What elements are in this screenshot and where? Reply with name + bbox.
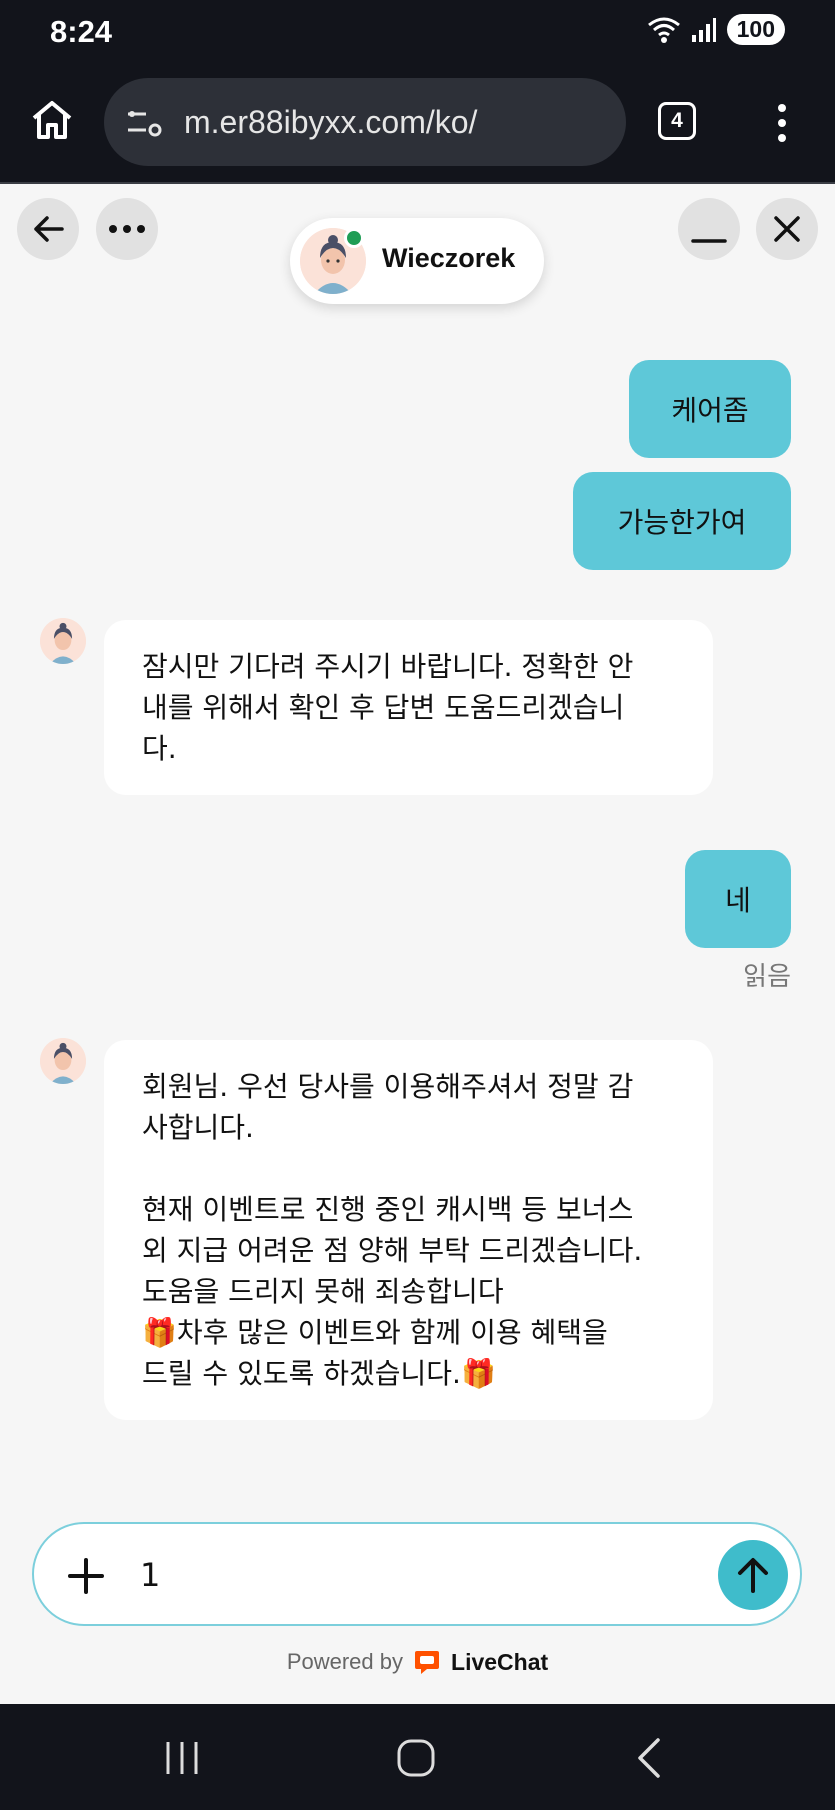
tune-icon[interactable]	[124, 102, 164, 142]
back-chevron-icon[interactable]	[620, 1734, 680, 1782]
more-horizontal-icon	[109, 225, 145, 233]
agent-message: 회원님. 우선 당사를 이용해주셔서 정말 감 사합니다. 현재 이벤트로 진행…	[104, 1040, 713, 1420]
back-arrow-icon	[34, 216, 64, 242]
close-button[interactable]	[756, 198, 818, 260]
status-bar: 8:24 100	[0, 0, 835, 62]
powered-by-text: Powered by	[286, 1649, 404, 1674]
message-composer	[32, 1522, 802, 1626]
agent-avatar-small	[40, 618, 86, 664]
address-bar[interactable]: m.er88ibyxx.com/ko/	[104, 78, 626, 166]
powered-by: Powered by LiveChat	[0, 1648, 835, 1676]
livechat-brand[interactable]: LiveChat	[451, 1649, 548, 1676]
send-arrow-icon	[738, 1558, 768, 1593]
wifi-icon	[647, 15, 681, 45]
agent-info: Wieczorek	[290, 218, 544, 304]
browser-toolbar: m.er88ibyxx.com/ko/ 4	[0, 62, 835, 184]
livechat-logo-icon[interactable]	[413, 1648, 441, 1676]
agent-avatar-small	[40, 1038, 86, 1084]
more-vertical-icon[interactable]	[766, 100, 798, 146]
battery-indicator: 100	[726, 14, 785, 45]
agent-message: 잠시만 기다려 주시기 바랍니다. 정확한 안 내를 위해서 확인 후 답변 도…	[104, 620, 713, 795]
online-indicator	[344, 228, 364, 248]
signal-icon	[691, 17, 717, 43]
system-nav-bar	[0, 1704, 835, 1810]
chat-options-button[interactable]	[96, 198, 158, 260]
back-button[interactable]	[17, 198, 79, 260]
visitor-message: 케어좀	[629, 360, 791, 458]
recent-apps-icon[interactable]	[152, 1734, 212, 1782]
read-status: 읽음	[743, 962, 791, 992]
visitor-message: 가능한가여	[573, 472, 791, 570]
home-circle-icon[interactable]	[386, 1734, 446, 1782]
minimize-icon	[691, 239, 727, 243]
close-icon	[774, 216, 800, 242]
message-input[interactable]	[140, 1550, 700, 1600]
send-button[interactable]	[718, 1540, 788, 1610]
agent-name: Wieczorek	[382, 243, 516, 273]
tab-switcher-button[interactable]: 4	[658, 102, 696, 140]
minimize-button[interactable]	[678, 198, 740, 260]
visitor-message: 네	[685, 850, 791, 948]
chat-header: Wieczorek	[0, 186, 835, 306]
status-icons: 100	[647, 14, 785, 45]
status-time: 8:24	[50, 14, 113, 49]
url-text: m.er88ibyxx.com/ko/	[184, 103, 478, 140]
home-icon[interactable]	[28, 96, 76, 144]
plus-icon[interactable]	[64, 1554, 108, 1598]
